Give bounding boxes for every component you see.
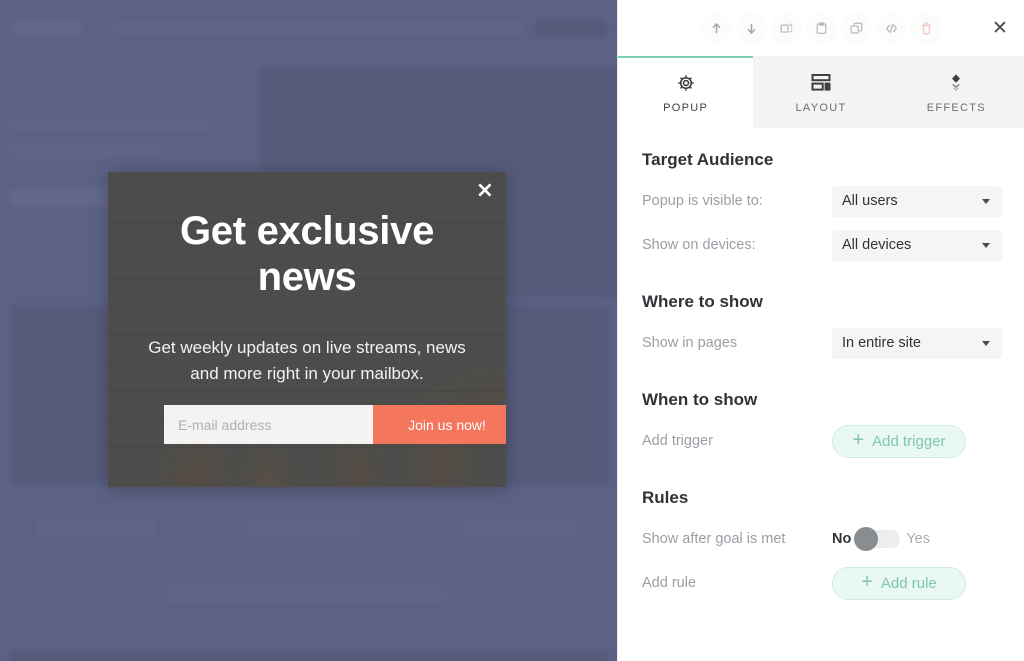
copy-icon[interactable]: [770, 12, 802, 44]
section-title-rules: Rules: [642, 488, 689, 507]
panel-content: Target Audience Popup is visible to: All…: [618, 128, 1024, 661]
close-panel-icon[interactable]: ✕: [988, 16, 1012, 40]
tab-layout-label: LAYOUT: [795, 101, 847, 114]
add-rule-button[interactable]: + Add rule: [832, 566, 966, 600]
panel-toolbar: ✕: [618, 0, 1024, 56]
add-trigger-button-label: Add trigger: [872, 432, 946, 450]
show-in-pages-select[interactable]: In entire site: [832, 327, 1002, 359]
show-in-pages-value: In entire site: [842, 335, 921, 351]
toggle-no-label: No: [832, 531, 852, 547]
plus-icon: +: [852, 429, 865, 451]
layout-icon: [810, 73, 832, 93]
paste-icon[interactable]: [805, 12, 837, 44]
row-goal-toggle: Show after goal is met No Yes: [642, 522, 1002, 556]
row-add-trigger: Add trigger + Add trigger: [642, 424, 1002, 458]
row-show-in-pages-label: Show in pages: [642, 335, 738, 351]
row-add-rule: Add rule + Add rule: [642, 566, 1002, 600]
email-input[interactable]: [164, 405, 373, 444]
tab-effects-label: EFFECTS: [926, 101, 986, 114]
site-preview-canvas[interactable]: × Get exclusive news Get weekly updates …: [0, 0, 617, 661]
toggle-yes-label: Yes: [906, 531, 930, 547]
tab-effects[interactable]: EFFECTS: [888, 56, 1024, 128]
toggle-knob[interactable]: [854, 527, 879, 551]
row-show-in-pages: Show in pages In entire site: [642, 326, 1002, 360]
effects-icon: [946, 73, 966, 93]
tab-popup-label: POPUP: [663, 101, 709, 114]
popup-title: Get exclusive news: [179, 209, 435, 300]
embed-code-icon[interactable]: [875, 12, 907, 44]
add-trigger-button[interactable]: + Add trigger: [832, 424, 966, 458]
row-devices: Show on devices: All devices: [642, 228, 1002, 262]
add-rule-button-label: Add rule: [880, 574, 937, 592]
settings-panel: ✕ POPUP LAYOUT EFFECTS Target Audience P…: [617, 0, 1024, 661]
section-title-target-audience: Target Audience: [642, 150, 774, 169]
join-us-button[interactable]: Join us now!: [373, 405, 506, 444]
panel-tabs: POPUP LAYOUT EFFECTS: [618, 56, 1024, 128]
section-title-when-to-show: When to show: [642, 390, 758, 409]
devices-value: All devices: [842, 237, 912, 253]
move-down-icon[interactable]: [735, 12, 767, 44]
row-add-rule-label: Add rule: [642, 575, 697, 591]
row-devices-label: Show on devices:: [642, 237, 756, 253]
chevron-down-icon: [982, 198, 990, 204]
popup-subtitle: Get weekly updates on live streams, news…: [148, 337, 466, 384]
section-title-where-to-show: Where to show: [642, 292, 763, 311]
popup-signup-form: Join us now!: [164, 405, 506, 444]
row-add-trigger-label: Add trigger: [642, 433, 713, 449]
tab-popup[interactable]: POPUP: [618, 56, 754, 128]
move-up-icon[interactable]: [700, 12, 732, 44]
devices-select[interactable]: All devices: [832, 229, 1002, 261]
plus-icon: +: [861, 571, 873, 593]
visible-to-value: All users: [842, 193, 898, 209]
visible-to-select[interactable]: All users: [832, 185, 1002, 217]
row-goal-toggle-label: Show after goal is met: [642, 531, 786, 547]
goal-toggle[interactable]: No Yes: [832, 527, 930, 551]
gear-icon: [676, 73, 696, 93]
toggle-track[interactable]: [854, 527, 901, 551]
row-visible-to-label: Popup is visible to:: [642, 193, 763, 209]
chevron-down-icon: [982, 242, 990, 248]
popup-close-icon[interactable]: ×: [476, 180, 494, 202]
duplicate-icon[interactable]: [840, 12, 872, 44]
delete-icon[interactable]: [910, 12, 942, 44]
popup-editor-screen: × Get exclusive news Get weekly updates …: [0, 0, 1024, 661]
newsletter-popup[interactable]: × Get exclusive news Get weekly updates …: [108, 172, 506, 487]
chevron-down-icon: [982, 340, 990, 346]
tab-layout[interactable]: LAYOUT: [753, 56, 889, 128]
row-visible-to: Popup is visible to: All users: [642, 184, 1002, 218]
